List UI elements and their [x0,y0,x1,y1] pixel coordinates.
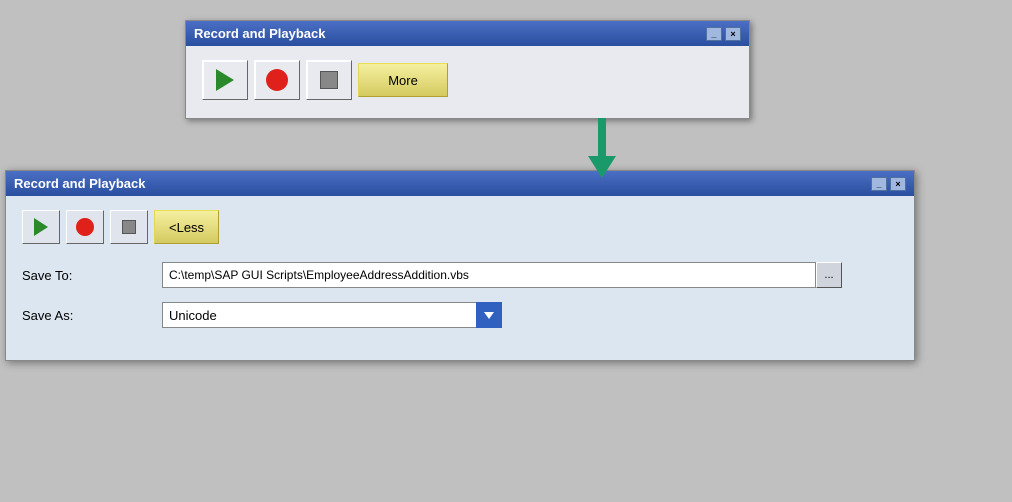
bottom-record-button[interactable] [66,210,104,244]
stop-icon-small [122,220,136,234]
bottom-minimize-button[interactable]: _ [871,177,887,191]
play-icon-small [34,218,48,236]
stop-icon [320,71,338,89]
save-as-select-container: Unicode ANSI UTF-8 [162,302,502,328]
bottom-title-bar: Record and Playback _ × [6,171,914,196]
top-close-button[interactable]: × [725,27,741,41]
form-section: Save To: ... Save As: Unicode ANSI UTF-8 [22,262,898,328]
save-to-label: Save To: [22,268,162,283]
top-minimize-button[interactable]: _ [706,27,722,41]
record-icon [266,69,288,91]
save-to-row: Save To: ... [22,262,898,288]
top-window-controls: _ × [706,27,741,41]
save-as-label: Save As: [22,308,162,323]
arrow-head [588,156,616,178]
play-icon [216,69,234,91]
top-toolbar-row: More [202,60,733,100]
top-window-title: Record and Playback [194,26,326,41]
top-play-button[interactable] [202,60,248,100]
arrow-shaft [598,118,606,156]
top-stop-button[interactable] [306,60,352,100]
bottom-window-controls: _ × [871,177,906,191]
less-button[interactable]: <Less [154,210,219,244]
top-window: Record and Playback _ × More [185,20,750,119]
bottom-window-content: <Less Save To: ... Save As: Unicode ANSI… [6,196,914,360]
bottom-window-title: Record and Playback [14,176,146,191]
bottom-play-button[interactable] [22,210,60,244]
bottom-close-button[interactable]: × [890,177,906,191]
path-input-container: ... [162,262,842,288]
record-icon-small [76,218,94,236]
save-as-row: Save As: Unicode ANSI UTF-8 [22,302,898,328]
bottom-stop-button[interactable] [110,210,148,244]
bottom-toolbar-row: <Less [22,210,898,244]
top-title-bar: Record and Playback _ × [186,21,749,46]
save-to-input[interactable] [162,262,816,288]
more-button[interactable]: More [358,63,448,97]
bottom-window: Record and Playback _ × <Less Save To: [5,170,915,361]
expand-arrow [588,118,616,178]
save-as-select[interactable]: Unicode ANSI UTF-8 [162,302,502,328]
top-window-content: More [186,46,749,118]
browse-button[interactable]: ... [816,262,842,288]
top-record-button[interactable] [254,60,300,100]
